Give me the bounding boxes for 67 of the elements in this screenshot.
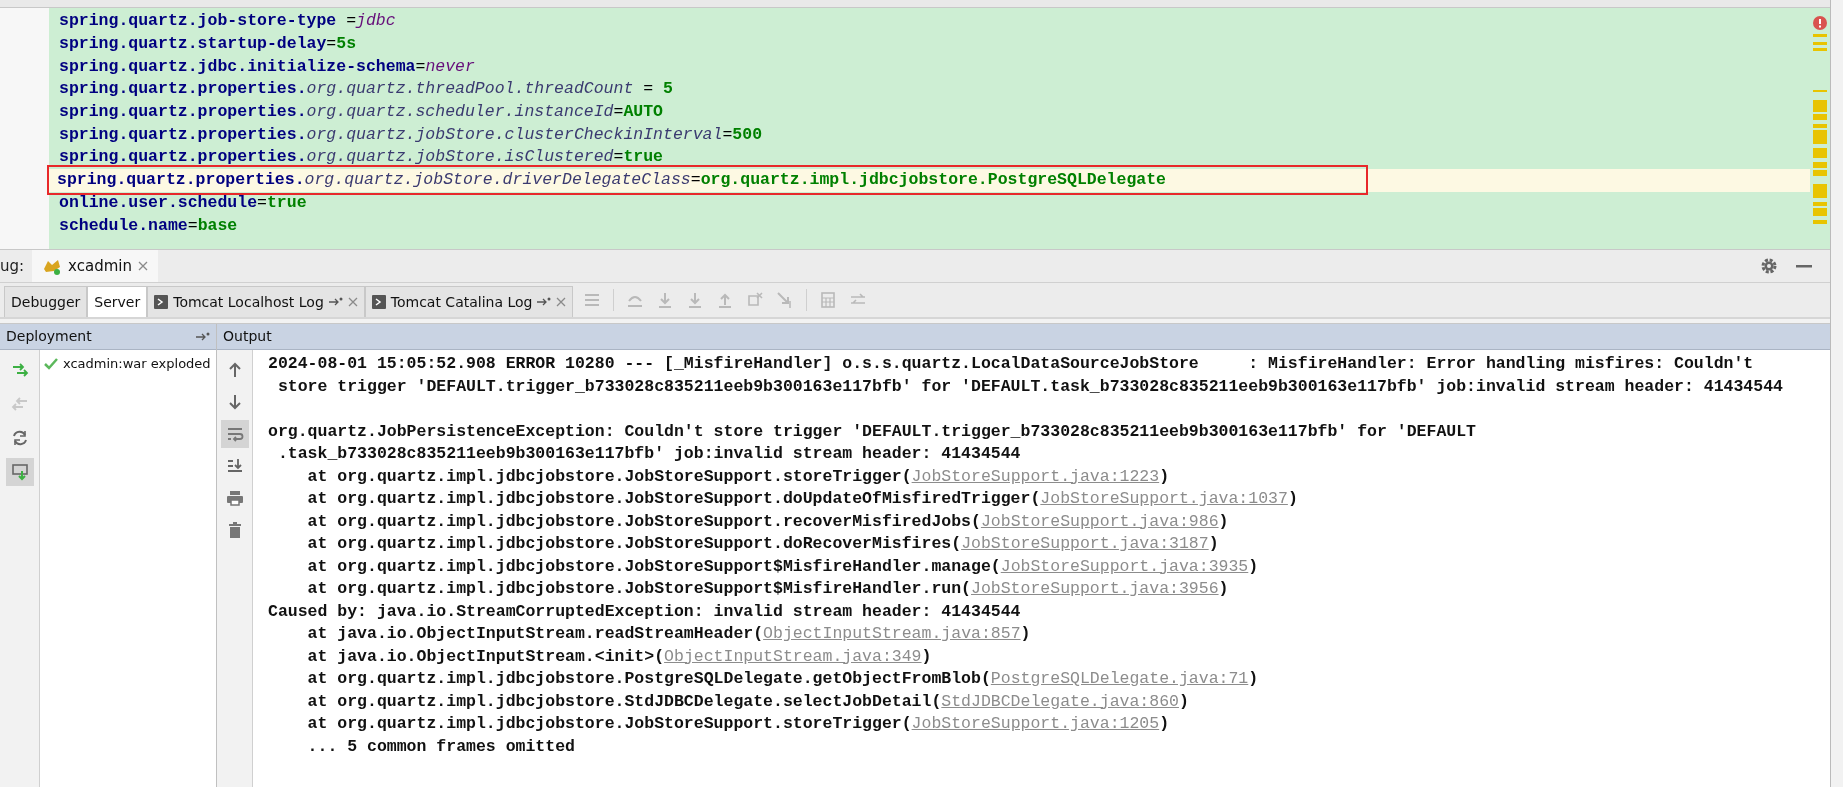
scroll-to-end-icon — [225, 457, 244, 475]
session-tab[interactable]: xcadmin — [32, 250, 158, 282]
source-link[interactable]: JobStoreSupport.java:1205 — [911, 714, 1160, 733]
undeploy-icon — [10, 395, 29, 413]
deployment-item[interactable]: xcadmin:war exploded — [63, 354, 211, 374]
log-line: at org.quartz.impl.jdbcjobstore.JobStoreSupport.storeTrigger(JobStoreSupport.java:1205) — [306, 713, 1171, 735]
cross-arrow-icon[interactable] — [746, 291, 765, 309]
tab[interactable]: Server — [87, 286, 148, 317]
source-link[interactable]: JobStoreSupport.java:986 — [980, 511, 1219, 531]
log-line: at java.io.ObjectInputStream.readStreamHeader(ObjectInputStream.java:857) — [306, 623, 1032, 645]
tab[interactable]: Tomcat Localhost Log — [147, 286, 365, 317]
soft-wrap-icon — [225, 425, 244, 443]
log-line: 2024-08-01 15:05:52.908 ERROR 10280 --- [_MisfireHandler] o.s.s.quartz.LocalDataSourceJobStore : MisfireHandler: Error handling misfires: Couldn't — [268, 353, 1755, 375]
source-link[interactable]: JobStoreSupport.java:1223 — [911, 466, 1160, 486]
minimize-icon[interactable] — [1796, 264, 1812, 268]
deploy-down-icon — [10, 463, 29, 481]
source-link[interactable]: ObjectInputStream.java:349 — [664, 646, 922, 666]
log-line: .task_b733028c835211eeb9b300163e117bfb' job:invalid stream header: 41434544 — [276, 443, 1022, 465]
pin-icon[interactable] — [196, 331, 210, 342]
log-line: at org.quartz.impl.jdbcjobstore.JobStoreSupport.doUpdateOfMisfiredTrigger(JobStoreSupport.java:1037) — [306, 488, 1299, 510]
code-line: spring.quartz.properties.org.quartz.threadPool.threadCount = 5 — [59, 79, 673, 100]
log-line: ... 5 common frames omitted — [306, 735, 576, 758]
log-line: org.quartz.JobPersistenceException: Couldn't store trigger 'DEFAULT.trigger_b733028c835211eeb9b300163e117bfb' for 'DEFAULT — [268, 420, 1477, 443]
log-line: at org.quartz.impl.jdbcjobstore.JobStoreSupport.storeTrigger(JobStoreSupport.java:1223) — [306, 465, 1171, 488]
console-icon — [154, 295, 169, 309]
pin-icon[interactable] — [328, 297, 343, 307]
error-icon — [1813, 16, 1827, 30]
settings-icon[interactable] — [1760, 257, 1778, 275]
panel-title: Output — [223, 327, 272, 346]
print-icon — [225, 489, 244, 507]
close-icon[interactable] — [347, 297, 358, 307]
tab[interactable]: Debugger — [4, 286, 88, 317]
source-link[interactable]: StdJDBCDelegate.java:860 — [941, 691, 1179, 711]
pin-icon[interactable] — [537, 297, 552, 307]
console-icon — [371, 295, 386, 309]
deploy-icon — [10, 361, 29, 379]
code-line: spring.quartz.properties.org.quartz.jobStore.isClustered=true — [59, 147, 663, 168]
source-link[interactable]: JobStoreSupport.java:3187 — [961, 534, 1209, 553]
source-link[interactable]: JobStoreSupport.java:3935 — [1000, 556, 1249, 576]
log-line: at org.quartz.impl.jdbcjobstore.PostgreSQLDelegate.getObjectFromBlob(PostgreSQLDelegate.java:71) — [306, 668, 1260, 690]
log-line: Caused by: java.io.StreamCorruptedException: invalid stream header: 41434544 — [268, 600, 1022, 623]
code-line: spring.quartz.properties.org.quartz.jobStore.clusterCheckinInterval=500 — [59, 124, 763, 145]
deploy-down-button[interactable] — [5, 458, 34, 486]
refresh-icon — [10, 429, 29, 447]
log-line: at org.quartz.impl.jdbcjobstore.StdJDBCDelegate.selectJobDetail(StdJDBCDelegate.java:860) — [306, 690, 1190, 713]
debug-label: ug: — [0, 255, 26, 277]
panel-title: Deployment — [6, 327, 92, 346]
code-line: spring.quartz.jdbc.initialize-schema=never — [59, 56, 475, 77]
code-line: spring.quartz.startup-delay=5s — [59, 34, 357, 55]
log-line: at org.quartz.impl.jdbcjobstore.JobStoreSupport$MisfireHandler.manage(JobStoreSupport.java:3935) — [306, 555, 1260, 578]
log-line: at org.quartz.impl.jdbcjobstore.JobStoreSupport.doRecoverMisfires(JobStoreSupport.java:3187) — [306, 533, 1220, 555]
tab[interactable]: Tomcat Catalina Log — [364, 286, 574, 317]
source-link[interactable]: ObjectInputStream.java:857 — [763, 624, 1021, 643]
source-link[interactable]: PostgreSQLDelegate.java:71 — [990, 669, 1249, 688]
source-link[interactable]: JobStoreSupport.java:3956 — [971, 579, 1219, 598]
code-line: schedule.name=base — [59, 215, 238, 236]
close-icon[interactable] — [556, 297, 567, 307]
log-line: at org.quartz.impl.jdbcjobstore.JobStoreSupport.recoverMisfiredJobs(JobStoreSupport.java:986) — [306, 510, 1230, 533]
log-line: store trigger 'DEFAULT.trigger_b733028c835211eeb9b300163e117bfb' for 'DEFAULT.task_b733028c835211eeb9b300163e117bfb' job:invalid stream header: 41434544 — [276, 375, 1783, 398]
soft-wrap-button[interactable] — [220, 420, 249, 448]
code-line: spring.quartz.properties.org.quartz.scheduler.instanceId=AUTO — [59, 102, 663, 123]
close-icon[interactable] — [137, 261, 148, 271]
log-line: at java.io.ObjectInputStream.<init>(ObjectInputStream.java:349) — [306, 645, 933, 668]
log-line: at org.quartz.impl.jdbcjobstore.JobStoreSupport$MisfireHandler.run(JobStoreSupport.java:3956) — [306, 578, 1230, 600]
menu-icon[interactable] — [583, 291, 602, 309]
code-line: spring.quartz.job-store-type =jdbc — [59, 11, 396, 32]
source-link[interactable]: JobStoreSupport.java:1037 — [1040, 489, 1288, 508]
